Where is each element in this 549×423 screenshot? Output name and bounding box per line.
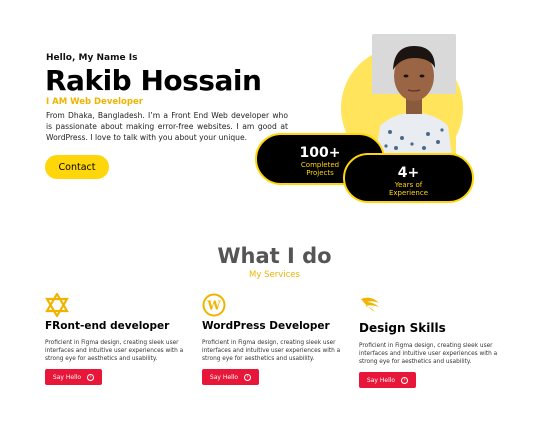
services-subtitle: My Services bbox=[249, 270, 300, 280]
service-title: Design Skills bbox=[359, 321, 446, 335]
star-of-david-icon bbox=[45, 291, 69, 319]
wordpress-icon: W bbox=[202, 293, 226, 317]
stat-number: 4+ bbox=[397, 165, 420, 181]
service-title: WordPress Developer bbox=[202, 320, 330, 332]
say-hello-button[interactable]: Say Hello › bbox=[359, 372, 416, 388]
button-label: Say Hello bbox=[366, 376, 396, 384]
hero-role: I AM Web Developer bbox=[46, 97, 143, 107]
stat-label: Experience bbox=[388, 189, 429, 197]
hero-bio: From Dhaka, Bangladesh. I’m a Front End … bbox=[46, 111, 288, 142]
stat-label: Years of bbox=[394, 181, 423, 189]
services-title: What I do bbox=[217, 244, 332, 268]
say-hello-button[interactable]: Say Hello › bbox=[45, 369, 102, 385]
service-description: Proficient in Figma design, creating sle… bbox=[359, 343, 498, 365]
contact-button[interactable]: Contact bbox=[45, 155, 109, 179]
button-label: Say Hello bbox=[52, 373, 82, 381]
service-title: FRont-end developer bbox=[45, 320, 170, 332]
stat-card-experience: 4+ Years of Experience bbox=[343, 153, 474, 203]
profile-photo bbox=[372, 34, 456, 156]
arrow-right-icon: › bbox=[401, 376, 409, 384]
hero-name: Rakib Hossain bbox=[45, 64, 262, 97]
arrow-right-icon: › bbox=[87, 373, 95, 381]
say-hello-button[interactable]: Say Hello › bbox=[202, 369, 259, 385]
button-label: Say Hello bbox=[209, 373, 239, 381]
hero-greeting: Hello, My Name Is bbox=[46, 53, 138, 63]
arrow-right-icon: › bbox=[244, 373, 252, 381]
svg-text:W: W bbox=[206, 299, 221, 313]
service-description: Proficient in Figma design, creating sle… bbox=[202, 340, 341, 362]
service-description: Proficient in Figma design, creating sle… bbox=[45, 340, 184, 362]
design-swoosh-icon bbox=[359, 293, 383, 317]
